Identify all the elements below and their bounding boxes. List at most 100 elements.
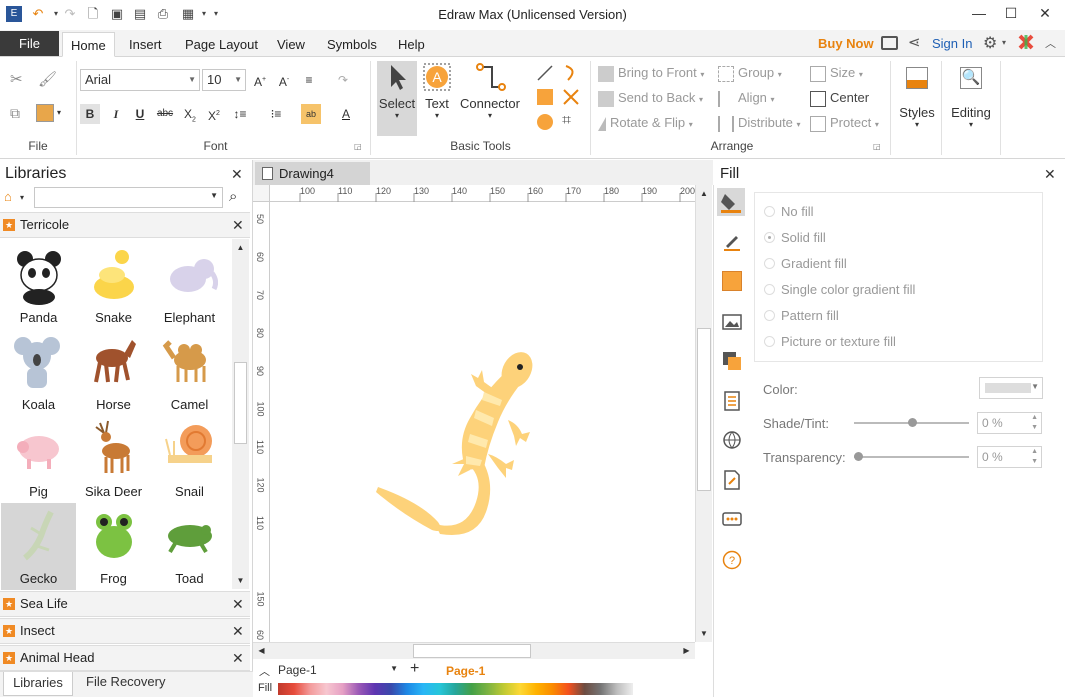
format-painter-icon[interactable]: 🖌 [38, 70, 57, 88]
styles-button[interactable]: Styles ▾ [895, 61, 939, 129]
drawing-canvas[interactable] [270, 202, 695, 642]
text-highlight-icon[interactable]: ab [301, 104, 321, 124]
settings-gear-icon[interactable]: ⚙ [983, 33, 997, 53]
fill-option-gradient-fill[interactable]: Gradient fill [764, 256, 847, 271]
shape-gecko[interactable]: Gecko [1, 503, 76, 590]
strikethrough-button[interactable]: abc [155, 104, 175, 124]
tab-help[interactable]: Help [390, 32, 433, 57]
shape-elephant[interactable]: Elephant [152, 242, 227, 329]
library-scrollbar[interactable]: ▲ ▼ [232, 239, 249, 589]
color-picker[interactable]: ▼ [979, 377, 1043, 399]
canvas-horizontal-scrollbar[interactable]: ◀ ▶ [253, 642, 695, 659]
distribute-button[interactable]: Distribute ▾ [718, 115, 801, 133]
color-swatches[interactable] [278, 683, 633, 695]
paste-icon[interactable] [36, 104, 54, 122]
slider-knob[interactable] [854, 452, 863, 461]
shape-camel[interactable]: Camel [152, 329, 227, 416]
cart-icon[interactable] [881, 36, 898, 50]
maximize-button[interactable]: ☐ [996, 2, 1026, 24]
library-header-insect[interactable]: ★ Insect ✕ [0, 618, 250, 644]
help-icon[interactable]: ? [722, 550, 742, 570]
tab-home[interactable]: Home [62, 32, 115, 57]
tab-page-layout[interactable]: Page Layout [177, 32, 266, 57]
shade-tint-slider[interactable] [854, 418, 969, 427]
font-name-select[interactable]: Arial ▼ [80, 69, 200, 91]
bullets-icon[interactable]: ⁝≡ [266, 104, 286, 124]
scroll-up-icon[interactable]: ▲ [696, 185, 712, 202]
add-page-icon[interactable]: + [410, 660, 419, 678]
shape-toad[interactable]: Toad [152, 503, 227, 590]
transparency-input[interactable]: 0 % ▲ ▼ [977, 446, 1042, 468]
ellipse-tool-icon[interactable] [537, 114, 553, 130]
document-edit-icon[interactable] [722, 470, 742, 490]
shape-koala[interactable]: Koala [1, 329, 76, 416]
collapse-ribbon-icon[interactable]: ︿ [1045, 35, 1056, 51]
fill-option-no-fill[interactable]: No fill [764, 204, 814, 219]
line-pen-icon[interactable] [722, 232, 742, 252]
apps-icon[interactable] [1018, 34, 1034, 50]
editing-button[interactable]: 🔍 Editing ▾ [946, 61, 996, 129]
shape-panda[interactable]: Panda [1, 242, 76, 329]
group-button[interactable]: Group ▾ [718, 65, 782, 83]
tab-insert[interactable]: Insert [121, 32, 170, 57]
rotate-flip-button[interactable]: Rotate & Flip ▾ [598, 115, 693, 133]
library-header-terricole[interactable]: ★ Terricole ✕ [0, 212, 250, 238]
image-icon[interactable] [722, 312, 742, 332]
font-dialog-launcher-icon[interactable]: ◲ [354, 142, 362, 151]
line-spacing-icon[interactable]: ↕≡ [230, 104, 250, 124]
align-text-icon[interactable]: ≡ [299, 70, 319, 90]
copy-icon[interactable]: ⧉ [10, 105, 28, 123]
library-header-animal-head[interactable]: ★ Animal Head ✕ [0, 645, 250, 671]
tab-libraries[interactable]: Libraries [3, 672, 73, 696]
close-library-icon[interactable]: ✕ [232, 213, 244, 237]
buy-now-link[interactable]: Buy Now [818, 36, 874, 51]
paste-dropdown-icon[interactable]: ▾ [57, 108, 61, 117]
grow-font-icon[interactable]: A+ [250, 70, 270, 90]
close-library-icon[interactable]: ✕ [232, 619, 244, 643]
italic-button[interactable]: I [106, 104, 126, 124]
settings-dropdown-icon[interactable]: ▾ [1002, 38, 1006, 47]
transparency-slider[interactable] [854, 452, 969, 461]
shape-frog[interactable]: Frog [76, 503, 151, 590]
fill-option-solid-fill[interactable]: Solid fill [764, 230, 826, 245]
fill-option-picture-texture[interactable]: Picture or texture fill [764, 334, 896, 349]
shape-sika-deer[interactable]: Sika Deer [76, 416, 151, 503]
home-icon[interactable]: ⌂ [4, 189, 18, 204]
scroll-up-icon[interactable]: ▲ [232, 239, 249, 256]
font-color-icon[interactable]: A [336, 104, 356, 124]
shade-tint-input[interactable]: 0 % ▲ ▼ [977, 412, 1042, 434]
fill-option-pattern-fill[interactable]: Pattern fill [764, 308, 839, 323]
page-properties-icon[interactable] [722, 391, 742, 411]
bring-to-front-button[interactable]: Bring to Front ▾ [598, 65, 704, 83]
shape-pig[interactable]: Pig [1, 416, 76, 503]
home-dropdown-icon[interactable]: ▾ [20, 193, 24, 202]
shape-horse[interactable]: Horse [76, 329, 151, 416]
page-tab[interactable]: Page-1 [446, 664, 485, 678]
text-tool-button[interactable]: A Text ▾ [421, 61, 453, 120]
gecko-shape[interactable] [270, 202, 695, 642]
page-bar-toggle-icon[interactable]: ︿ [259, 663, 270, 679]
tab-symbols[interactable]: Symbols [319, 32, 385, 57]
scroll-thumb[interactable] [697, 328, 711, 491]
shape-snake[interactable]: Snake [76, 242, 151, 329]
shrink-font-icon[interactable]: A- [274, 70, 294, 90]
text-direction-icon[interactable]: ↷ [333, 70, 353, 90]
size-button[interactable]: Size ▾ [810, 65, 863, 83]
fill-option-single-color-gradient[interactable]: Single color gradient fill [764, 282, 915, 297]
arrange-dialog-launcher-icon[interactable]: ◲ [873, 142, 881, 151]
search-icon[interactable]: ⌕ [229, 188, 237, 205]
cross-tool-icon[interactable] [562, 88, 580, 106]
share-icon[interactable]: ⋖ [908, 33, 921, 51]
library-header-sea-life[interactable]: ★ Sea Life ✕ [0, 591, 250, 617]
arc-tool-icon[interactable] [562, 64, 580, 82]
center-button[interactable]: Center [810, 90, 869, 107]
select-tool-button[interactable]: Select ▾ [377, 61, 417, 136]
page-select[interactable]: Page-1 ▼ [278, 663, 398, 677]
close-window-button[interactable]: ✕ [1030, 2, 1060, 24]
scroll-left-icon[interactable]: ◀ [253, 643, 270, 659]
tab-view[interactable]: View [269, 32, 313, 57]
connector-tool-button[interactable]: Connector ▾ [458, 61, 522, 120]
shadow-square-icon[interactable] [722, 271, 742, 291]
comment-icon[interactable] [722, 510, 742, 530]
rectangle-tool-icon[interactable] [537, 89, 553, 105]
